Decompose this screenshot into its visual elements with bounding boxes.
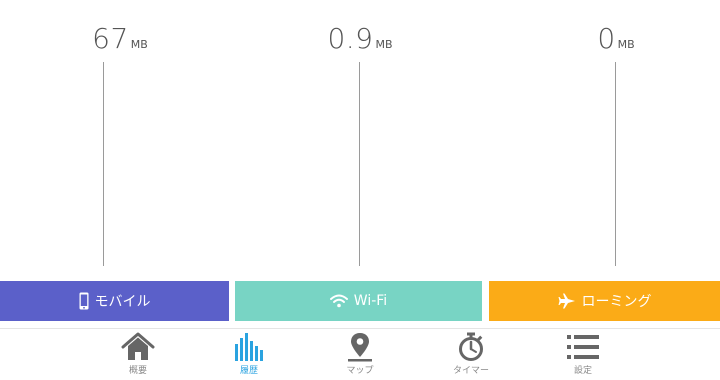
mobile-usage-number: 67 [92,22,129,55]
mobile-network-label: モバイル [94,294,151,310]
roaming-usage-value: 0 MB [496,22,720,55]
tab-history[interactable]: 履歴 [209,330,289,380]
wifi-network-label: Wi-Fi [353,293,388,309]
roaming-usage-number: 0 [597,22,616,55]
home-icon [98,332,178,362]
list-icon [543,332,623,362]
bottom-tab-bar: 概要 履歴 マップ タイマー 設定 [0,330,720,380]
map-pin-icon [320,332,400,362]
tab-history-label: 履歴 [239,366,258,376]
airplane-icon [558,293,576,309]
mobile-usage-line [103,62,104,266]
mobile-usage-unit: MB [130,38,148,51]
wifi-icon [329,294,348,308]
bar-chart-icon [209,332,289,362]
stopwatch-icon [431,332,511,362]
mobile-usage-column: 67 MB [0,0,240,280]
tabbar-divider [0,328,720,329]
smartphone-icon [79,292,89,310]
tab-timer[interactable]: タイマー [431,330,511,380]
tab-timer-label: タイマー [452,366,489,376]
roaming-network-bar[interactable]: ローミング [489,281,720,321]
roaming-network-label: ローミング [581,294,652,310]
tab-settings-label: 設定 [573,366,592,376]
mobile-usage-value: 67 MB [0,22,240,55]
wifi-usage-value: 0.9 MB [240,22,480,55]
roaming-usage-unit: MB [617,38,635,51]
roaming-usage-line [615,62,616,266]
wifi-usage-number: 0.9 [327,22,374,55]
wifi-usage-line [359,62,360,266]
tab-overview-label: 概要 [128,366,147,376]
roaming-usage-column: 0 MB [496,0,720,280]
tab-overview[interactable]: 概要 [98,330,178,380]
wifi-network-bar[interactable]: Wi-Fi [235,281,482,321]
tab-map-label: マップ [346,366,374,376]
tab-map[interactable]: マップ [320,330,400,380]
tab-settings[interactable]: 設定 [543,330,623,380]
usage-history-screen: 67 MB 0.9 MB 0 MB モバイル Wi-Fi ローミング 概要 履歴… [0,0,720,380]
mobile-network-bar[interactable]: モバイル [0,281,229,321]
wifi-usage-column: 0.9 MB [240,0,480,280]
wifi-usage-unit: MB [375,38,393,51]
